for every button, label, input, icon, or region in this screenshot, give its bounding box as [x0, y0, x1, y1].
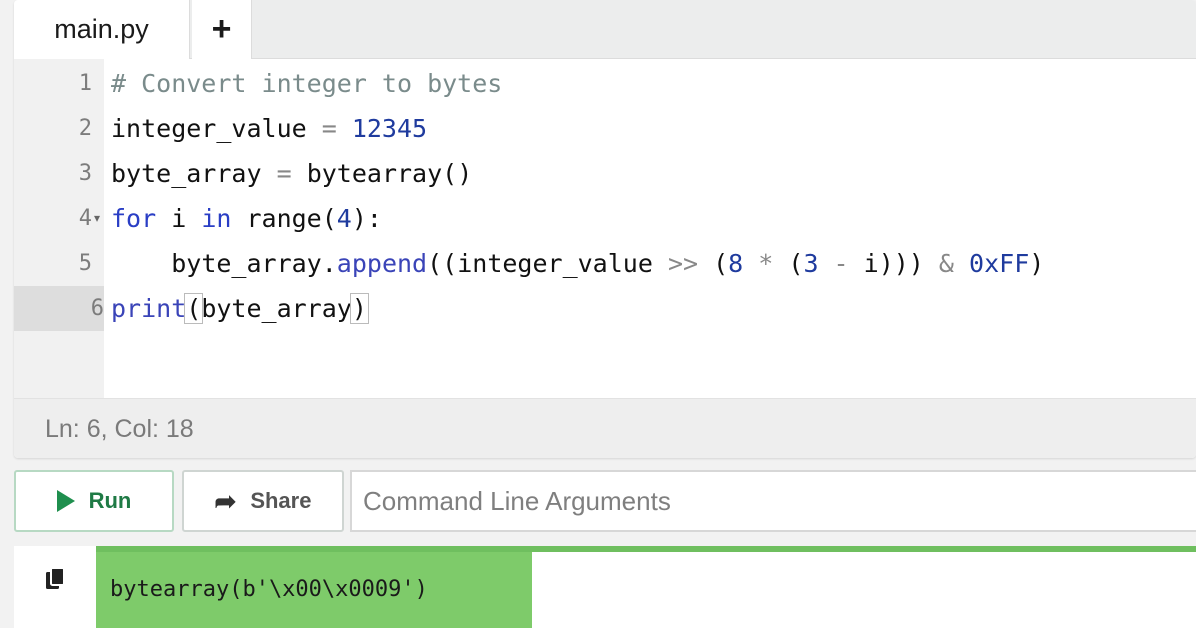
code-token: 4	[336, 204, 352, 233]
code-token: print	[111, 294, 187, 323]
code-line-4[interactable]: for i in range(4):	[111, 196, 382, 241]
tab-main-py[interactable]: main.py	[14, 0, 190, 59]
code-token: >>	[667, 249, 699, 278]
code-token: -	[818, 249, 864, 278]
line-number: 5	[78, 251, 92, 276]
code-comment: # Convert integer to bytes	[111, 69, 503, 98]
code-token: range(	[231, 204, 337, 233]
add-tab-button[interactable]: +	[192, 0, 252, 59]
code-token: *	[743, 249, 789, 278]
cursor-position-status: Ln: 6, Col: 18	[14, 398, 1196, 458]
code-line-3[interactable]: byte_array = bytearray()	[111, 151, 472, 196]
line-number: 4	[78, 206, 92, 231]
code-token: =	[321, 114, 352, 143]
code-token: for	[111, 204, 157, 233]
code-token: (	[698, 249, 729, 278]
matched-bracket: )	[349, 293, 369, 324]
active-line-number: 6	[14, 286, 104, 331]
program-output: bytearray(b'\x00\x0009')	[96, 552, 532, 628]
code-editor: main.py + 1 2 3 4 ▾ 5 6 # Convert intege…	[14, 0, 1196, 458]
command-line-arguments-input[interactable]: Command Line Arguments	[350, 470, 1196, 532]
output-panel: bytearray(b'\x00\x0009')	[14, 546, 1196, 628]
code-token: byte_array.	[171, 249, 337, 278]
code-token: byte_array	[201, 294, 352, 323]
share-arrow-icon: ➦	[214, 485, 237, 516]
plus-icon: +	[211, 10, 232, 48]
tab-label: main.py	[54, 14, 149, 44]
code-token: i)))	[863, 249, 939, 278]
line-number: 1	[78, 71, 92, 96]
play-icon	[56, 490, 75, 512]
code-token: 0xFF	[969, 249, 1030, 278]
code-token: integer_value	[111, 114, 322, 143]
code-line-5[interactable]: byte_array.append((integer_value >> (8 *…	[111, 241, 1044, 286]
code-token: &	[938, 249, 954, 278]
fold-arrow-icon[interactable]: ▾	[94, 211, 100, 225]
run-button[interactable]: Run	[14, 470, 174, 532]
code-token: 12345	[351, 114, 428, 143]
code-token: i	[156, 204, 202, 233]
code-token: ((integer_value	[427, 249, 668, 278]
code-line-2[interactable]: integer_value = 12345	[111, 106, 427, 151]
code-token: bytearray()	[306, 159, 473, 188]
code-token: 8	[728, 249, 744, 278]
code-line-6[interactable]: print(byte_array)	[111, 286, 369, 331]
code-token: append	[336, 249, 428, 278]
line-number: 3	[78, 161, 92, 186]
copy-icon[interactable]	[44, 566, 66, 592]
share-button[interactable]: ➦ Share	[182, 470, 344, 532]
code-token: 3	[803, 249, 819, 278]
code-line-1[interactable]: # Convert integer to bytes	[111, 61, 502, 106]
line-number-gutter: 1 2 3 4 ▾ 5 6	[14, 59, 104, 398]
code-token: in	[201, 204, 232, 233]
run-label: Run	[88, 488, 132, 513]
code-token: (	[788, 249, 804, 278]
tab-bar: main.py +	[14, 0, 1196, 59]
share-label: Share	[250, 488, 312, 513]
code-token: =	[276, 159, 307, 188]
code-token: ):	[351, 204, 382, 233]
code-token: )	[1029, 249, 1045, 278]
line-number: 2	[78, 116, 92, 141]
code-token: byte_array	[111, 159, 277, 188]
